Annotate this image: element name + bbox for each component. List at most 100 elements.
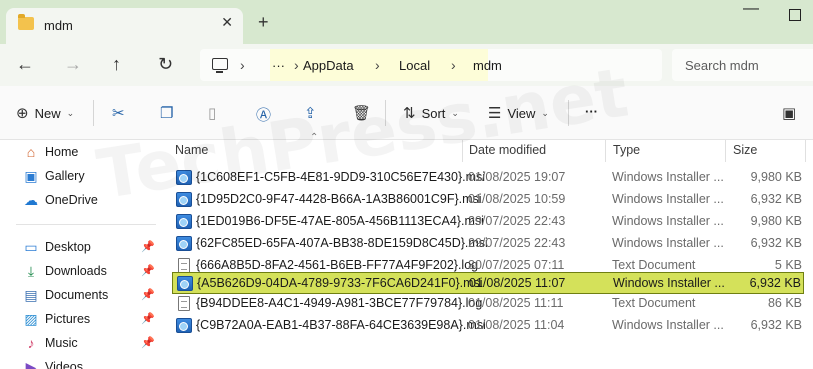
minimize-button[interactable]: — <box>743 0 759 18</box>
document-icon: ▤ <box>24 286 38 303</box>
tab-mdm[interactable]: mdm ✕ <box>6 8 243 44</box>
sidebar-item-gallery[interactable]: ▣ Gallery <box>22 165 84 187</box>
rename-button[interactable]: Ⓐ <box>256 104 271 125</box>
file-date: 01/08/2025 11:11 <box>468 296 564 310</box>
file-size: 6,932 KB <box>750 192 802 206</box>
column-header-date[interactable]: Date modified <box>469 143 546 165</box>
file-row[interactable]: {1C608EF1-C5FB-4E81-9DD9-310C56E7E430}.m… <box>172 167 804 189</box>
breadcrumb-local[interactable]: Local <box>399 58 430 73</box>
search-input[interactable]: Search mdm <box>672 49 813 81</box>
installer-file-icon <box>176 192 192 207</box>
sidebar-item-home[interactable]: ⌂ Home <box>22 141 79 163</box>
up-button[interactable]: ↑ <box>112 54 121 75</box>
breadcrumb-appdata[interactable]: AppData <box>303 58 354 73</box>
sidebar-item-pictures[interactable]: ▨ Pictures <box>22 308 90 330</box>
file-date: 29/07/2025 22:43 <box>468 236 566 250</box>
copy-button[interactable]: ❐ <box>160 104 173 122</box>
pin-icon: 📌 <box>141 265 155 277</box>
column-divider <box>605 140 606 162</box>
file-type: Windows Installer ... <box>612 192 724 206</box>
rename-icon: Ⓐ <box>256 107 272 124</box>
paste-button[interactable]: ▯ <box>208 104 216 122</box>
chevron-right-icon: › <box>375 57 380 73</box>
file-type: Windows Installer ... <box>612 170 724 184</box>
details-pane-button[interactable]: ▣ <box>782 104 796 122</box>
share-button[interactable]: ⇪ <box>304 104 317 122</box>
chevron-down-icon: ⌄ <box>541 107 549 118</box>
pictures-icon: ▨ <box>24 310 38 327</box>
sidebar-item-desktop[interactable]: ▭ Desktop <box>22 236 90 258</box>
sort-button[interactable]: ⇅ Sort ⌄ <box>403 104 459 122</box>
file-name: {1ED019B6-DF5E-47AE-805A-456B1113ECA4}.m… <box>196 214 484 228</box>
delete-button[interactable]: 🗑 <box>352 104 371 122</box>
column-header-size[interactable]: Size <box>733 143 757 165</box>
chevron-down-icon: ⌄ <box>451 107 459 118</box>
file-row[interactable]: {C9B72A0A-EAB1-4B37-88FA-64CE3639E98A}.m… <box>172 315 804 337</box>
divider <box>568 100 569 126</box>
file-name: {B94DDEE8-A4C1-4949-A981-3BCE77F79784}.l… <box>196 296 483 310</box>
column-header-type[interactable]: Type <box>613 143 640 165</box>
folder-icon <box>18 14 34 30</box>
file-name: {C9B72A0A-EAB1-4B37-88FA-64CE3639E98A}.m… <box>196 318 486 332</box>
forward-button[interactable]: → <box>64 54 82 75</box>
file-row[interactable]: {1ED019B6-DF5E-47AE-805A-456B1113ECA4}.m… <box>172 211 804 233</box>
chevron-right-icon: › <box>240 57 245 73</box>
pin-icon: 📌 <box>141 241 155 253</box>
file-type: Text Document <box>612 258 696 272</box>
chevron-down-icon: ⌄ <box>66 107 75 118</box>
file-name: {62FC85ED-65FA-407A-BB38-8DE159D8C45D}.m… <box>196 236 488 250</box>
installer-file-icon <box>176 236 192 251</box>
computer-icon <box>212 58 228 73</box>
new-tab-button[interactable]: + <box>258 12 269 33</box>
breadcrumb-more[interactable]: ··· <box>272 58 285 73</box>
music-icon: ♪ <box>27 335 35 351</box>
view-icon: ☰ <box>488 105 502 122</box>
file-row[interactable]: {62FC85ED-65FA-407A-BB38-8DE159D8C45D}.m… <box>172 233 804 255</box>
sidebar-item-onedrive[interactable]: ☁ OneDrive <box>22 189 98 211</box>
file-row-selected[interactable]: {A5B626D9-04DA-4789-9733-7F6CA6D241F0}.m… <box>172 272 804 294</box>
installer-file-icon <box>177 276 193 291</box>
file-type: Windows Installer ... <box>612 214 724 228</box>
file-size: 9,980 KB <box>750 170 802 184</box>
sidebar-item-videos[interactable]: ▶ Videos <box>22 356 83 369</box>
breadcrumb-mdm[interactable]: mdm <box>473 58 502 73</box>
sidebar-item-documents[interactable]: ▤ Documents <box>22 284 108 306</box>
view-button[interactable]: ☰ View ⌄ <box>488 104 549 122</box>
column-divider <box>805 140 806 162</box>
file-list: ⌃ Name Date modified Type Size {1C608EF1… <box>160 132 813 369</box>
maximize-button[interactable] <box>789 9 801 21</box>
sort-icon: ⇅ <box>403 105 416 122</box>
installer-file-icon <box>176 214 192 229</box>
cut-button[interactable]: ✂ <box>112 104 125 122</box>
cloud-icon: ☁ <box>24 191 38 208</box>
file-row[interactable]: {1D95D2C0-9F47-4428-B66A-1A3B86001C9F}.m… <box>172 189 804 211</box>
tab-title: mdm <box>44 18 73 33</box>
file-size: 6,932 KB <box>750 318 802 332</box>
download-icon: ⤓ <box>27 262 35 279</box>
installer-file-icon <box>176 170 192 185</box>
new-button[interactable]: ⊕ New ⌄ <box>16 104 74 122</box>
file-size: 86 KB <box>767 296 802 310</box>
sidebar-item-downloads[interactable]: ⤓ Downloads <box>22 260 107 282</box>
file-type: Text Document <box>612 296 696 310</box>
more-options-button[interactable]: ··· <box>585 104 598 119</box>
address-bar[interactable]: › ··· › AppData › Local › mdm <box>200 49 662 81</box>
file-type: Windows Installer ... <box>612 318 724 332</box>
file-date: 30/07/2025 07:11 <box>468 258 565 272</box>
trash-icon: 🗑 <box>352 105 372 122</box>
text-file-icon <box>178 296 190 311</box>
file-date: 01/08/2025 10:59 <box>468 192 566 206</box>
sidebar-item-music[interactable]: ♪ Music <box>22 332 78 354</box>
plus-circle-icon: ⊕ <box>16 105 29 122</box>
sort-ascending-icon: ⌃ <box>310 132 319 143</box>
divider <box>93 100 94 126</box>
refresh-button[interactable]: ↻ <box>158 54 173 75</box>
file-row[interactable]: {B94DDEE8-A4C1-4949-A981-3BCE77F79784}.l… <box>172 293 804 315</box>
back-button[interactable]: ← <box>16 54 34 75</box>
navigation-bar: ← → ↑ ↻ › ··· › AppData › Local › mdm Se… <box>0 44 813 86</box>
details-pane-icon: ▣ <box>782 105 797 122</box>
column-header-name[interactable]: Name <box>175 143 208 165</box>
close-tab-button[interactable]: ✕ <box>221 14 233 31</box>
file-date: 29/07/2025 22:43 <box>468 214 566 228</box>
scissors-icon: ✂ <box>112 105 125 122</box>
